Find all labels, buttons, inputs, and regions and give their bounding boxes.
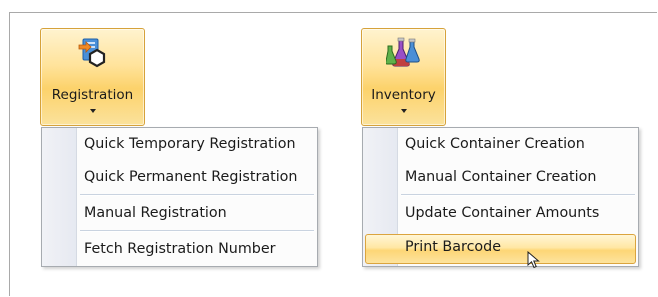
menu-item-label: Quick Temporary Registration [84,136,296,152]
menu-item-label: Fetch Registration Number [84,241,276,257]
menu-separator [80,230,314,232]
menu-item-label: Quick Permanent Registration [84,169,298,185]
inventory-button-label: Inventory [371,87,436,103]
menu-item-label: Update Container Amounts [405,205,600,221]
registration-button[interactable]: Registration [40,28,145,126]
menu-item-update-container-amounts[interactable]: Update Container Amounts [365,200,636,228]
mouse-cursor-icon [527,251,540,269]
menu-item-quick-container-creation[interactable]: Quick Container Creation [365,131,636,159]
chevron-down-icon [89,109,96,113]
menu-item-label: Manual Container Creation [405,169,597,185]
inventory-menu: Quick Container Creation Manual Containe… [362,127,639,267]
menu-item-manual-registration[interactable]: Manual Registration [44,200,315,228]
menu-item-manual-container-creation[interactable]: Manual Container Creation [365,164,636,192]
menu-separator [80,194,314,196]
menu-item-label: Quick Container Creation [405,136,585,152]
menu-item-label: Print Barcode [405,239,502,255]
menu-separator [401,194,635,196]
registration-button-label: Registration [51,87,134,103]
registration-hexagon-icon [77,37,109,73]
registration-menu: Quick Temporary Registration Quick Perma… [41,127,318,267]
inventory-button[interactable]: Inventory [361,28,446,126]
menu-item-label: Manual Registration [84,205,227,221]
menu-item-quick-temporary-registration[interactable]: Quick Temporary Registration [44,131,315,159]
lab-flasks-icon [384,37,422,73]
menu-item-fetch-registration-number[interactable]: Fetch Registration Number [44,236,315,264]
menu-item-print-barcode[interactable]: Print Barcode [365,234,636,264]
chevron-down-icon [400,109,407,113]
menu-item-quick-permanent-registration[interactable]: Quick Permanent Registration [44,164,315,192]
